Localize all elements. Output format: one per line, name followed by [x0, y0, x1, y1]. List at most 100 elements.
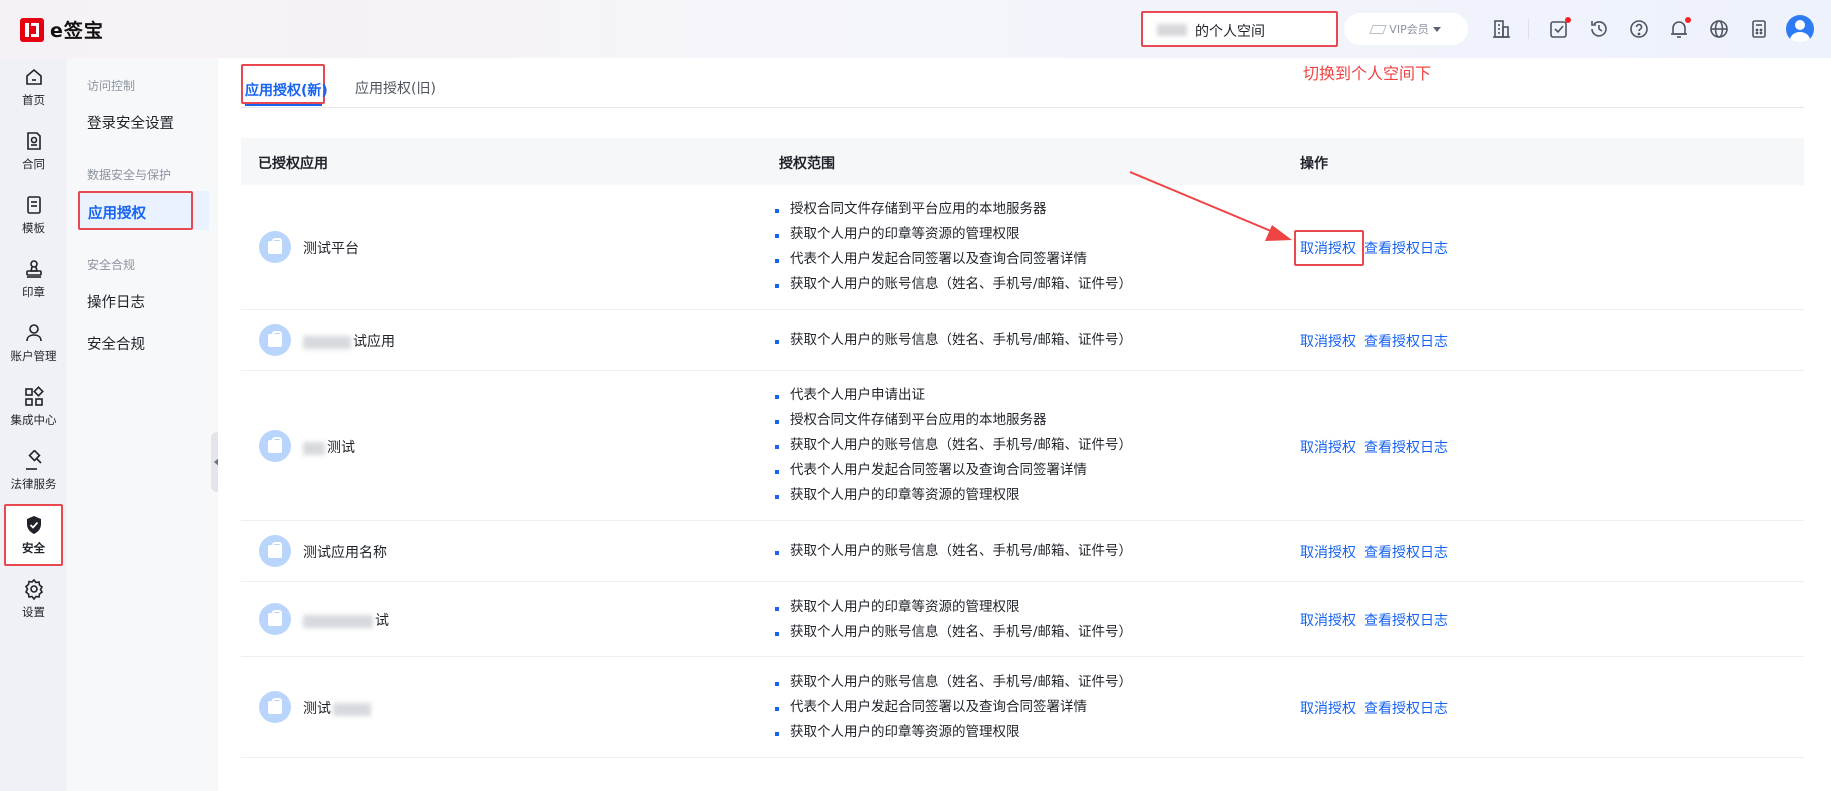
scope-item: 获取个人用户的账号信息（姓名、手机号/邮箱、证件号）	[775, 670, 1132, 695]
redacted-text	[303, 335, 351, 349]
scope-item: 获取个人用户的印章等资源的管理权限	[775, 720, 1132, 745]
scope-list: 授权合同文件存储到平台应用的本地服务器 获取个人用户的印章等资源的管理权限 代表…	[775, 197, 1132, 297]
nav-label: 首页	[22, 93, 45, 107]
scope-item: 获取个人用户的印章等资源的管理权限	[775, 483, 1132, 508]
nav-item-home[interactable]: 首页	[4, 58, 63, 116]
scope-item: 授权合同文件存储到平台应用的本地服务器	[775, 408, 1132, 433]
nav-item-settings[interactable]: 设置	[4, 570, 63, 628]
shield-icon	[26, 516, 41, 534]
tab-label: 应用授权(新)	[245, 83, 328, 99]
sub-item-operation-log[interactable]: 操作日志	[87, 291, 145, 312]
scope-item: 获取个人用户的账号信息（姓名、手机号/邮箱、证件号）	[775, 620, 1132, 645]
sub-item-compliance[interactable]: 安全合规	[87, 333, 145, 354]
sub-item-login-security[interactable]: 登录安全设置	[87, 112, 174, 133]
revoke-button[interactable]: 取消授权	[1300, 698, 1356, 718]
scope-item: 获取个人用户的印章等资源的管理权限	[775, 222, 1132, 247]
row-actions: 取消授权 查看授权日志	[1300, 698, 1448, 718]
help-icon[interactable]	[1628, 18, 1650, 40]
nav-item-seal[interactable]: 印章	[4, 250, 63, 308]
bell-icon[interactable]	[1668, 17, 1691, 40]
app-name-wrap: 测试	[303, 437, 355, 457]
seal-icon	[25, 260, 42, 278]
revoke-button[interactable]: 取消授权	[1300, 331, 1356, 351]
nav-label: 法律服务	[10, 477, 57, 491]
app-name: 测试	[303, 701, 331, 717]
row-actions: 取消授权 查看授权日志	[1300, 610, 1448, 630]
scope-item: 获取个人用户的印章等资源的管理权限	[775, 595, 1132, 620]
view-log-link[interactable]: 查看授权日志	[1364, 238, 1448, 258]
brand-logo[interactable]: e签宝	[20, 16, 104, 43]
space-label: 的个人空间	[1195, 24, 1265, 40]
nav-label: 印章	[22, 285, 45, 299]
settings-icon	[24, 578, 43, 600]
sub-item-active-bg	[193, 191, 209, 230]
header-scope: 授权范围	[779, 156, 835, 172]
nav-item-template[interactable]: 模板	[4, 186, 63, 244]
vip-dropdown[interactable]: VIP会员	[1344, 13, 1468, 45]
nav-item-integration[interactable]: 集成中心	[4, 378, 63, 436]
view-log-link[interactable]: 查看授权日志	[1364, 437, 1448, 457]
calculator-icon[interactable]	[1748, 18, 1770, 40]
scope-item: 获取个人用户的账号信息（姓名、手机号/邮箱、证件号）	[775, 272, 1132, 297]
app-name-wrap: 试应用	[303, 331, 395, 351]
nav-label: 设置	[22, 605, 45, 619]
tab-active-underline	[245, 104, 322, 106]
scope-item: 获取个人用户的账号信息（姓名、手机号/邮箱、证件号）	[775, 433, 1132, 458]
nav-item-contract[interactable]: 合同	[4, 122, 63, 180]
view-log-link[interactable]: 查看授权日志	[1364, 542, 1448, 562]
task-icon[interactable]	[1548, 17, 1571, 40]
row-actions: 取消授权 查看授权日志	[1300, 542, 1448, 562]
revoke-button[interactable]: 取消授权	[1300, 610, 1356, 630]
app-name-wrap: 试	[303, 610, 389, 630]
app-icon	[259, 535, 291, 567]
scope-list: 获取个人用户的账号信息（姓名、手机号/邮箱、证件号）	[775, 539, 1132, 564]
revoke-button[interactable]: 取消授权	[1300, 542, 1356, 562]
brand-name: e签宝	[50, 20, 104, 42]
app-name: 试	[375, 613, 389, 629]
nav-label: 账户管理	[10, 349, 57, 363]
scope-item: 代表个人用户发起合同签署以及查询合同签署详情	[775, 458, 1132, 483]
tab-app-auth-old[interactable]: 应用授权(旧)	[355, 78, 436, 98]
annotation-hint: 切换到个人空间下	[1303, 64, 1432, 83]
table-row: 测试应用名称 获取个人用户的账号信息（姓名、手机号/邮箱、证件号） 取消授权 查…	[241, 521, 1804, 582]
space-owner-redacted	[1157, 24, 1187, 36]
app-icon	[259, 430, 291, 462]
scope-item: 获取个人用户的账号信息（姓名、手机号/邮箱、证件号）	[775, 539, 1132, 564]
avatar[interactable]	[1786, 15, 1814, 43]
revoke-highlight-box	[1294, 230, 1364, 266]
space-switcher[interactable]: 的个人空间	[1141, 11, 1338, 47]
table-row: 测试平台 授权合同文件存储到平台应用的本地服务器 获取个人用户的印章等资源的管理…	[241, 185, 1804, 310]
view-log-link[interactable]: 查看授权日志	[1364, 610, 1448, 630]
building-icon[interactable]	[1490, 18, 1512, 40]
history-icon[interactable]	[1588, 18, 1610, 40]
nav-label: 安全	[22, 541, 45, 555]
chevron-down-icon	[1432, 26, 1441, 32]
view-log-link[interactable]: 查看授权日志	[1364, 698, 1448, 718]
app-icon	[259, 231, 291, 263]
app-name: 试应用	[353, 334, 395, 350]
globe-icon[interactable]	[1708, 18, 1730, 40]
header-divider	[1528, 19, 1529, 39]
view-log-link[interactable]: 查看授权日志	[1364, 331, 1448, 351]
scope-item: 代表个人用户申请出证	[775, 383, 1132, 408]
table-row: 试 获取个人用户的印章等资源的管理权限 获取个人用户的账号信息（姓名、手机号/邮…	[241, 582, 1804, 657]
scope-list: 获取个人用户的印章等资源的管理权限 获取个人用户的账号信息（姓名、手机号/邮箱、…	[775, 595, 1132, 645]
contract-icon	[26, 132, 41, 150]
app-name: 测试应用名称	[303, 545, 387, 561]
tab-app-auth-new[interactable]: 应用授权(新)	[241, 64, 328, 106]
scope-list: 获取个人用户的账号信息（姓名、手机号/邮箱、证件号） 代表个人用户发起合同签署以…	[775, 670, 1132, 745]
scope-item: 代表个人用户发起合同签署以及查询合同签署详情	[775, 247, 1132, 272]
app-icon	[259, 691, 291, 723]
logo-mark-icon	[20, 17, 44, 42]
redacted-text	[333, 702, 371, 716]
sub-item-app-auth-label: 应用授权	[88, 206, 146, 222]
nav-item-account[interactable]: 账户管理	[4, 314, 63, 372]
tab-bar: 应用授权(新) 应用授权(旧)	[241, 60, 1804, 108]
revoke-button[interactable]: 取消授权	[1300, 437, 1356, 457]
nav-item-legal[interactable]: 法律服务	[4, 442, 63, 500]
nav-item-security[interactable]: 安全	[4, 504, 63, 566]
scope-item: 授权合同文件存储到平台应用的本地服务器	[775, 197, 1132, 222]
table-row: 测试 获取个人用户的账号信息（姓名、手机号/邮箱、证件号） 代表个人用户发起合同…	[241, 657, 1804, 758]
vip-label: VIP会员	[1389, 23, 1429, 36]
sub-group-compliance: 安全合规	[87, 258, 136, 272]
